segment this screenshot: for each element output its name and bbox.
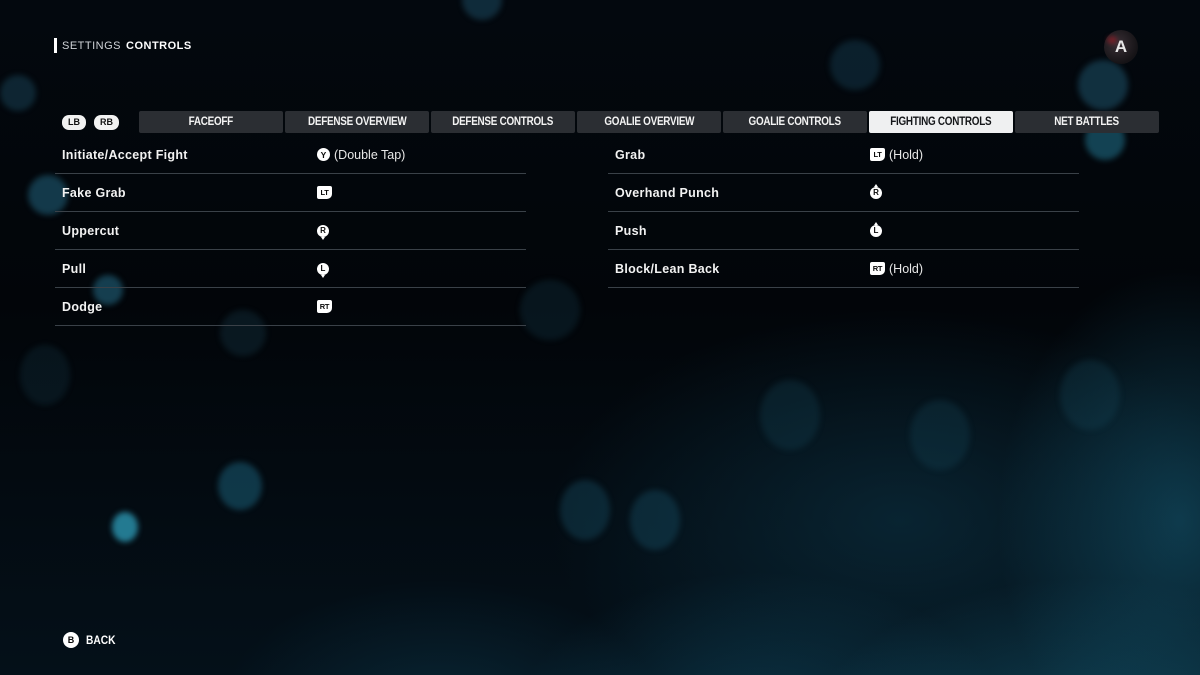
l-stick-down-icon: L — [317, 262, 329, 278]
y-button-icon: Y — [317, 148, 330, 161]
tab-fighting-controls[interactable]: FIGHTING CONTROLS — [869, 111, 1013, 133]
action-label: Pull — [62, 261, 87, 276]
back-button[interactable]: B BACK — [63, 632, 121, 648]
l-stick-up-icon: L — [870, 221, 882, 237]
tab-label: DEFENSE OVERVIEW — [307, 116, 407, 128]
action-label: Push — [615, 223, 647, 238]
breadcrumb-section: SETTINGS — [62, 39, 122, 52]
tab-goalie-overview[interactable]: GOALIE OVERVIEW — [577, 111, 721, 133]
bokeh-light — [218, 462, 262, 510]
lt-trigger-icon: LT — [870, 148, 885, 161]
breadcrumb: SETTINGS CONTROLS — [54, 38, 192, 53]
logo-glyph: A — [1114, 37, 1128, 56]
bokeh-light — [1078, 60, 1128, 110]
r-stick-up-icon: R — [870, 183, 882, 199]
button-binding: R — [317, 224, 329, 240]
bokeh-light — [520, 280, 580, 340]
lb-bumper-icon[interactable]: LB — [62, 114, 86, 130]
tab-net-battles[interactable]: NET BATTLES — [1015, 111, 1159, 133]
tab-label: GOALIE CONTROLS — [748, 116, 842, 128]
binding-modifier: (Hold) — [889, 147, 924, 162]
tab-list: FACEOFF DEFENSE OVERVIEW DEFENSE CONTROLS G… — [139, 111, 1159, 133]
controls-list-right: Grab LT (Hold) Overhand Punch R Push L Block/Le… — [608, 136, 1079, 288]
background — [0, 0, 1200, 675]
tab-faceoff[interactable]: FACEOFF — [139, 111, 283, 133]
rb-bumper-icon[interactable]: RB — [94, 114, 119, 130]
tab-defense-controls[interactable]: DEFENSE CONTROLS — [431, 111, 575, 133]
tab-label: NET BATTLES — [1054, 116, 1120, 128]
bokeh-light — [462, 0, 502, 20]
lt-trigger-icon: LT — [317, 186, 332, 199]
controls-list-left: Initiate/Accept Fight Y (Double Tap) Fake G… — [55, 136, 526, 326]
action-label: Block/Lean Back — [615, 261, 720, 276]
tab-bar: LB RB FACEOFF DEFENSE OVERVIEW DEFENSE CON… — [62, 111, 1159, 133]
button-binding: LT — [317, 186, 332, 199]
control-row: Dodge RT — [55, 288, 526, 326]
tab-goalie-controls[interactable]: GOALIE CONTROLS — [723, 111, 867, 133]
bokeh-light — [630, 490, 680, 550]
action-label: Grab — [615, 147, 646, 162]
binding-modifier: (Double Tap) — [334, 147, 406, 162]
button-binding: L — [317, 262, 329, 278]
control-row: Pull L — [55, 250, 526, 288]
header-accent-bar — [54, 38, 57, 53]
b-button-icon: B — [63, 632, 79, 648]
tab-label: DEFENSE CONTROLS — [452, 116, 554, 128]
back-label: BACK — [86, 633, 116, 647]
bokeh-light — [0, 75, 36, 111]
rt-trigger-icon: RT — [317, 300, 332, 313]
control-row: Block/Lean Back RT (Hold) — [608, 250, 1079, 288]
button-binding: R — [870, 183, 882, 199]
binding-modifier: (Hold) — [889, 261, 924, 276]
button-binding: RT (Hold) — [870, 262, 923, 276]
action-label: Overhand Punch — [615, 185, 720, 200]
action-label: Dodge — [62, 299, 103, 314]
rt-trigger-icon: RT — [870, 262, 885, 275]
bokeh-light — [560, 480, 610, 540]
control-row: Overhand Punch R — [608, 174, 1079, 212]
game-logo-icon: A — [1104, 30, 1138, 64]
control-row: Push L — [608, 212, 1079, 250]
tab-label: GOALIE OVERVIEW — [604, 116, 694, 128]
r-stick-down-icon: R — [317, 224, 329, 240]
tab-label: FIGHTING CONTROLS — [890, 116, 992, 128]
action-label: Fake Grab — [62, 185, 126, 200]
bokeh-light — [910, 400, 970, 470]
tab-defense-overview[interactable]: DEFENSE OVERVIEW — [285, 111, 429, 133]
control-row: Fake Grab LT — [55, 174, 526, 212]
button-binding: L — [870, 221, 882, 237]
control-row: Initiate/Accept Fight Y (Double Tap) — [55, 136, 526, 174]
bokeh-light — [112, 512, 138, 542]
action-label: Uppercut — [62, 223, 120, 238]
tab-label: FACEOFF — [188, 116, 234, 128]
bokeh-light — [1060, 360, 1120, 430]
button-binding: LT (Hold) — [870, 148, 923, 162]
bokeh-light — [20, 345, 70, 405]
button-binding: RT — [317, 300, 332, 313]
bokeh-light — [760, 380, 820, 450]
page-title: CONTROLS — [126, 39, 192, 52]
control-row: Grab LT (Hold) — [608, 136, 1079, 174]
control-row: Uppercut R — [55, 212, 526, 250]
bokeh-light — [830, 40, 880, 90]
button-binding: Y (Double Tap) — [317, 148, 405, 162]
action-label: Initiate/Accept Fight — [62, 147, 188, 162]
